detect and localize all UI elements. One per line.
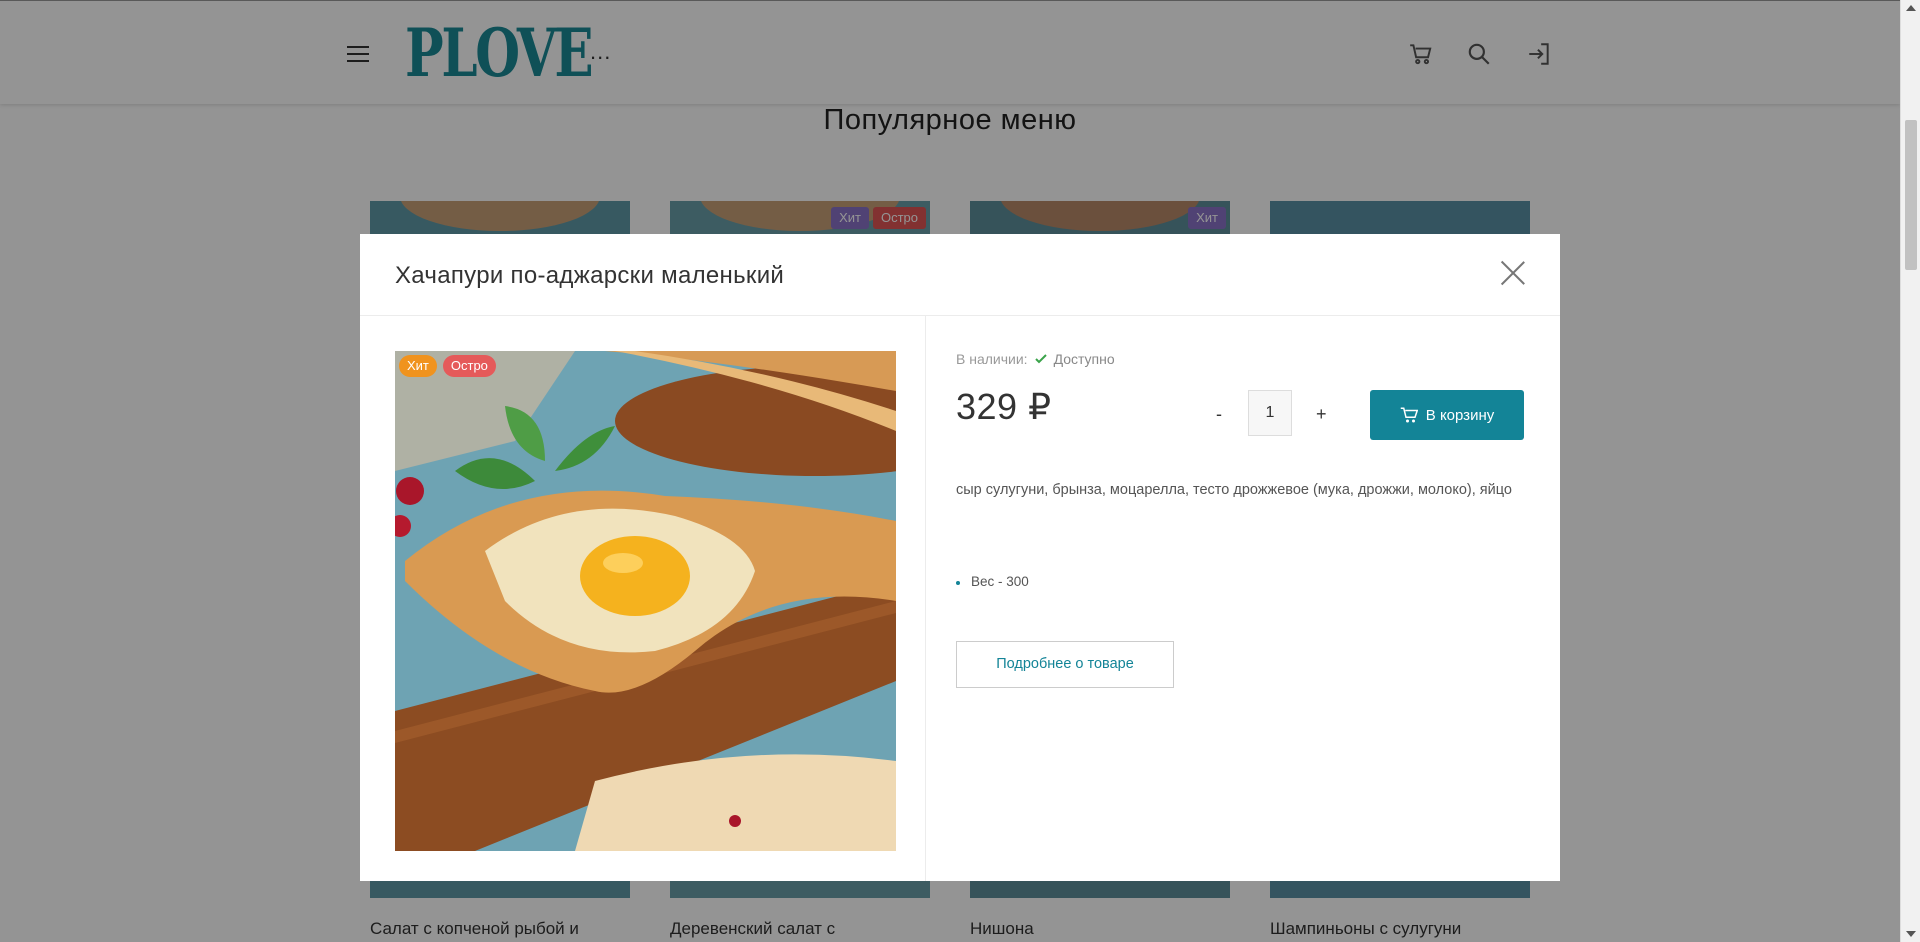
product-photo: Хит Остро [395,351,896,851]
quantity-decrease-button[interactable]: - [1216,404,1222,425]
khachapuri-illustration [395,351,896,851]
availability: В наличии: Доступно [956,351,1115,367]
cart-icon [1400,407,1418,423]
modal-image-panel: Хит Остро [360,316,926,881]
quantity-increase-button[interactable]: + [1316,404,1327,425]
scroll-thumb[interactable] [1905,120,1917,270]
scroll-down-arrow-icon[interactable] [1906,931,1916,937]
product-modal: Хачапури по-аджарски маленький Хит Остро [360,234,1560,881]
product-description: сыр сулугуни, брынза, моцарелла, тесто д… [956,482,1512,498]
check-icon [1034,354,1047,364]
scrollbar[interactable] [1900,0,1920,942]
badge-hit: Хит [399,355,437,377]
add-to-cart-label: В корзину [1425,406,1495,424]
modal-header: Хачапури по-аджарски маленький [360,234,1560,316]
availability-value: Доступно [1053,351,1115,367]
badge-hot: Остро [442,355,496,377]
price: 329 ₽ [956,386,1052,427]
close-icon[interactable] [1500,260,1526,286]
add-to-cart-button[interactable]: В корзину [1370,390,1524,440]
property-item: Вес - 300 [956,574,1029,589]
modal-title: Хачапури по-аджарски маленький [395,262,785,289]
more-details-button[interactable]: Подробнее о товаре [956,641,1174,688]
modal-info-panel: В наличии: Доступно 329 ₽ - 1 + В корзин… [956,316,1536,881]
availability-label: В наличии: [956,351,1028,367]
scroll-up-arrow-icon[interactable] [1906,5,1916,11]
quantity-field[interactable]: 1 [1248,390,1292,436]
product-properties: Вес - 300 [956,574,1029,589]
